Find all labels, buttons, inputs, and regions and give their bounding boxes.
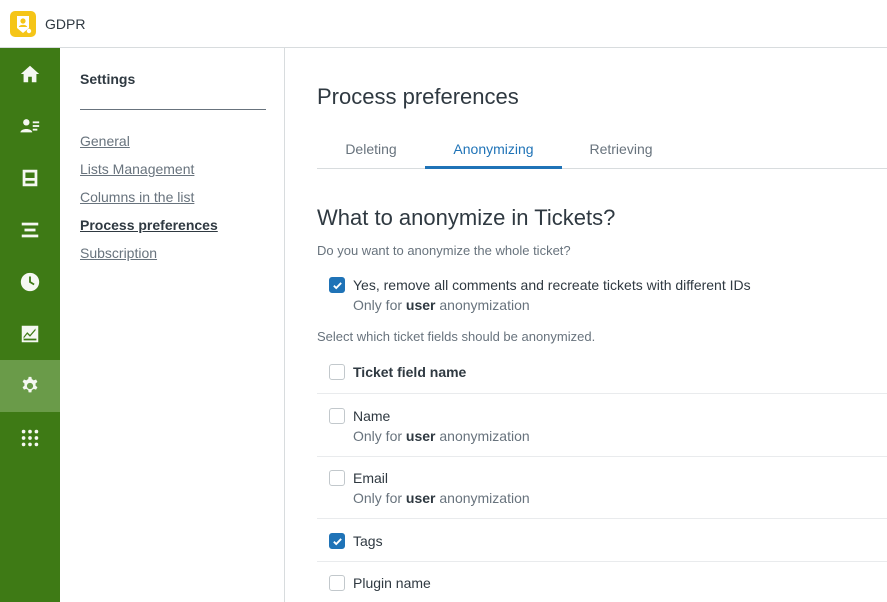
fields-hint: Select which ticket fields should be ano… (317, 329, 596, 344)
nav-archive[interactable] (0, 152, 60, 204)
settings-subnav: Settings General Lists Management Column… (60, 48, 285, 602)
field-name-label: Name (353, 408, 391, 424)
chart-icon (21, 325, 39, 343)
gear-icon (22, 376, 38, 393)
whole-ticket-label: Yes, remove all comments and recreate ti… (353, 277, 751, 293)
clock-icon (20, 272, 40, 292)
tab-deleting[interactable]: Deleting (317, 130, 425, 169)
field-tags-checkbox[interactable] (329, 533, 345, 549)
tab-anonymizing[interactable]: Anonymizing (425, 130, 562, 169)
nav-home[interactable] (0, 48, 60, 100)
checkmark-icon (332, 537, 342, 545)
page-title: Process preferences (317, 84, 519, 109)
subnav-link-lists-management[interactable]: Lists Management (80, 161, 194, 177)
checkmark-icon (332, 281, 342, 289)
home-icon (20, 65, 40, 83)
nav-reports[interactable] (0, 308, 60, 360)
field-email-label: Email (353, 470, 389, 486)
field-plugin-name-label: Plugin name (353, 575, 431, 591)
subnav-link-general[interactable]: General (80, 133, 130, 149)
subnav-link-process-preferences[interactable]: Process preferences (80, 217, 218, 233)
tab-retrieving[interactable]: Retrieving (562, 130, 680, 169)
app-name: GDPR (45, 16, 86, 32)
field-name-checkbox[interactable] (329, 408, 345, 424)
select-all-fields-checkbox[interactable] (329, 364, 345, 380)
field-email-checkbox[interactable] (329, 470, 345, 486)
ticket-field-name-header: Ticket field name (353, 364, 467, 380)
tab-list: Deleting Anonymizing Retrieving (317, 130, 887, 169)
nav-history[interactable] (0, 256, 60, 308)
contacts-icon (20, 119, 40, 133)
field-tags-label: Tags (353, 533, 383, 549)
row-divider (317, 456, 887, 457)
apps-grid-icon (21, 429, 39, 447)
row-divider (317, 561, 887, 562)
archive-icon (22, 169, 38, 187)
subnav-title: Settings (80, 71, 136, 87)
subnav-link-columns[interactable]: Columns in the list (80, 189, 194, 205)
subnav-divider (80, 109, 266, 110)
row-divider (317, 518, 887, 519)
stack-icon (21, 222, 39, 238)
section-title: What to anonymize in Tickets? (317, 205, 616, 230)
field-name-note: Only for user anonymization (353, 428, 530, 444)
whole-ticket-question: Do you want to anonymize the whole ticke… (317, 243, 571, 258)
main-nav (0, 48, 60, 602)
whole-ticket-note: Only for user anonymization (353, 297, 530, 313)
row-divider (317, 393, 887, 394)
main-content: Process preferences Deleting Anonymizing… (286, 48, 887, 602)
field-plugin-name-checkbox[interactable] (329, 575, 345, 591)
subnav-link-subscription[interactable]: Subscription (80, 245, 157, 261)
nav-stack[interactable] (0, 204, 60, 256)
top-bar: GDPR (0, 0, 887, 48)
field-email-note: Only for user anonymization (353, 490, 530, 506)
nav-contacts[interactable] (0, 100, 60, 152)
whole-ticket-checkbox[interactable] (329, 277, 345, 293)
nav-settings[interactable] (0, 360, 60, 412)
nav-apps[interactable] (0, 412, 60, 464)
gdpr-logo-icon (10, 11, 36, 37)
